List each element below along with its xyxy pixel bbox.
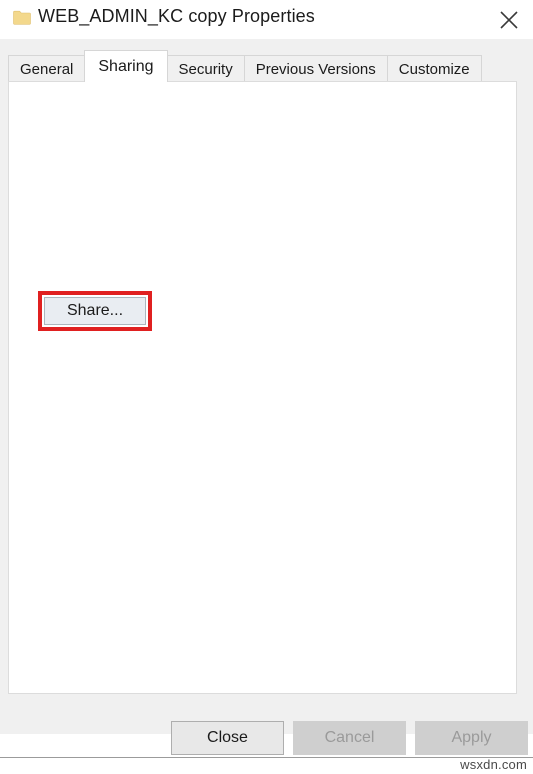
close-button-label: Close <box>207 729 248 746</box>
apply-button-label: Apply <box>451 729 492 746</box>
tab-customize-label: Customize <box>398 60 470 78</box>
tab-previous-versions[interactable]: Previous Versions <box>243 55 388 82</box>
share-button-label: Share... <box>66 302 124 319</box>
tab-strip: General Sharing Security Previous Versio… <box>8 50 482 82</box>
watermark: wsxdn.com <box>460 757 527 772</box>
share-button[interactable]: Share... <box>44 297 146 325</box>
apply-button[interactable]: Apply <box>415 721 528 755</box>
cancel-button[interactable]: Cancel <box>293 721 406 755</box>
tab-general-label: General <box>20 60 74 78</box>
dialog-footer: Close Cancel Apply wsxdn.com <box>0 708 533 774</box>
tab-general[interactable]: General <box>8 55 86 82</box>
tab-sharing[interactable]: Sharing <box>84 50 168 82</box>
close-icon <box>498 9 520 31</box>
tab-security[interactable]: Security <box>166 55 245 82</box>
tab-security-label: Security <box>178 60 233 78</box>
tab-customize[interactable]: Customize <box>386 55 482 82</box>
close-button[interactable] <box>485 0 533 39</box>
cancel-button-label: Cancel <box>324 729 375 746</box>
window-title: WEB_ADMIN_KC copy Properties <box>38 6 315 26</box>
close-dialog-button[interactable]: Close <box>171 721 284 755</box>
title-bar: WEB_ADMIN_KC copy Properties <box>0 0 533 39</box>
dialog-body: General Sharing Security Previous Versio… <box>0 39 533 772</box>
folder-icon <box>13 10 31 25</box>
tab-previous-versions-label: Previous Versions <box>255 60 376 78</box>
tab-sharing-label: Sharing <box>98 57 154 75</box>
sharing-tab-panel <box>8 81 517 694</box>
footer-divider <box>0 757 533 758</box>
